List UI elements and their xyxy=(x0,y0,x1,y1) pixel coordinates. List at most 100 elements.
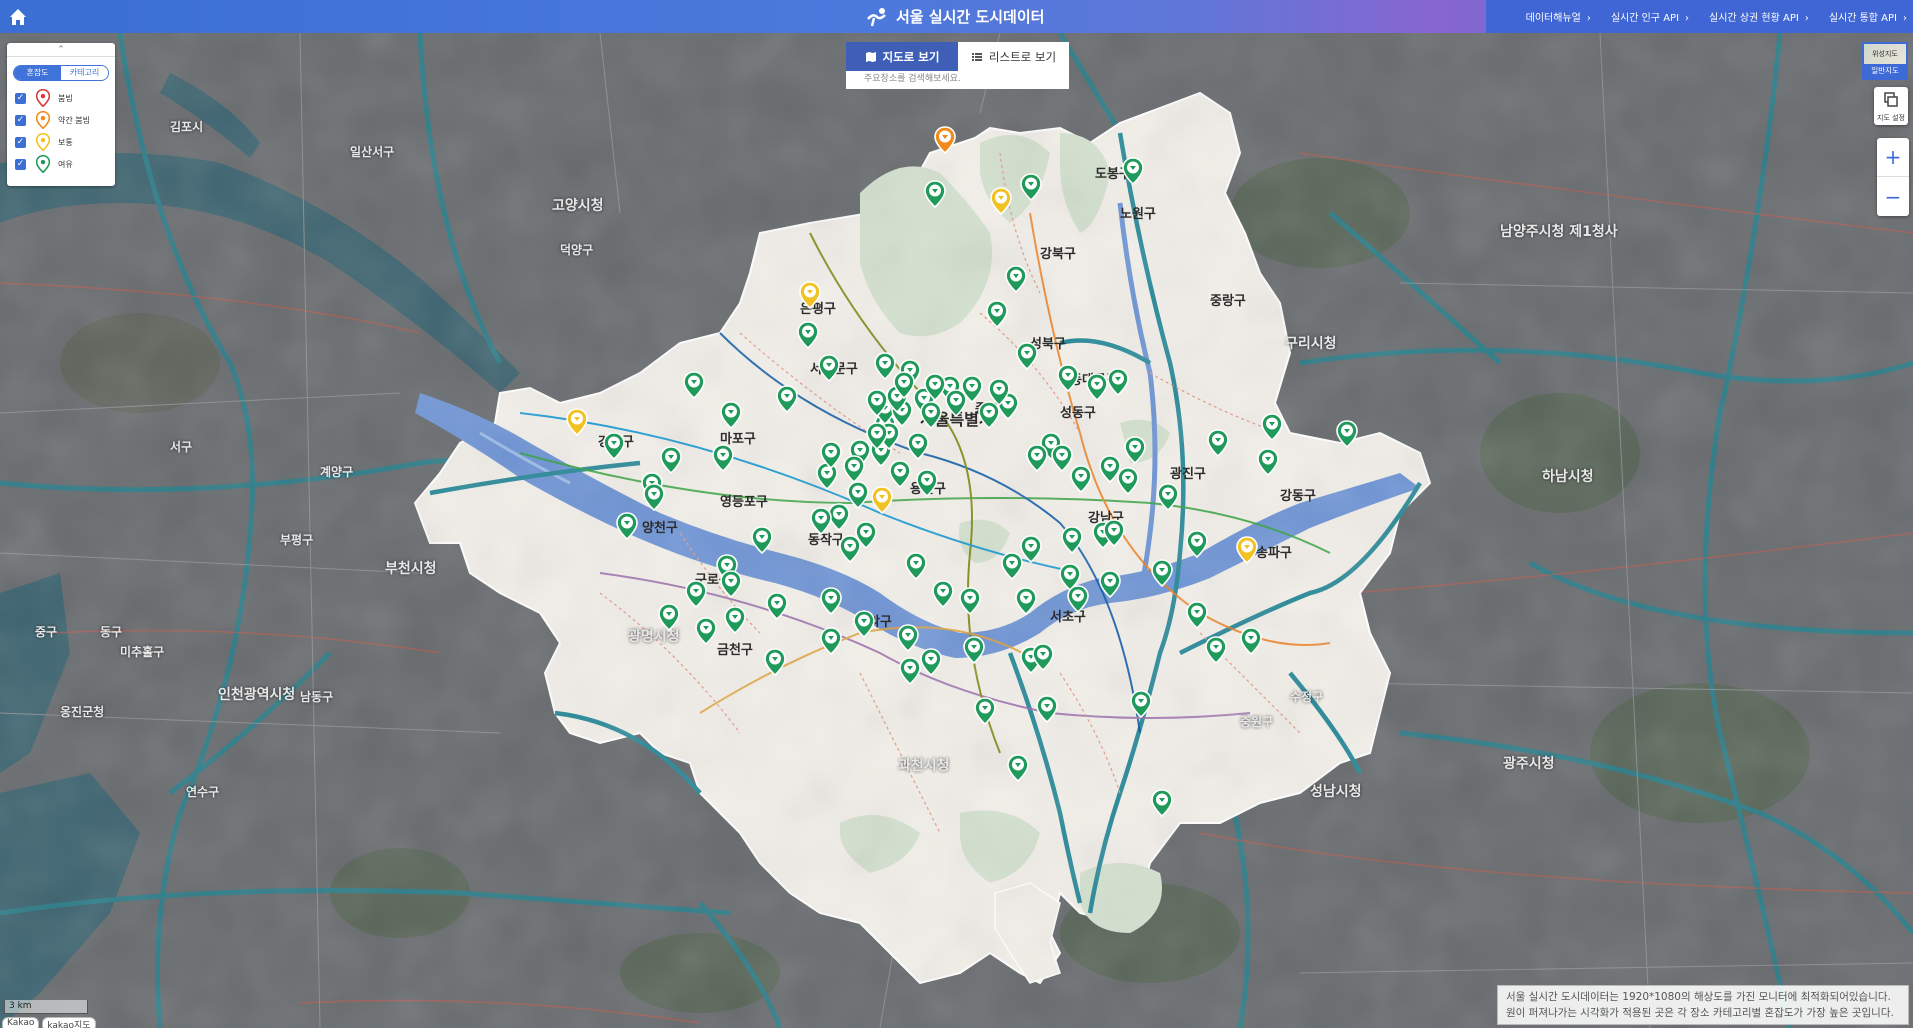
place-pin-relaxed[interactable] xyxy=(889,460,912,489)
tab-list-view[interactable]: 리스트로 보기 xyxy=(958,42,1069,71)
place-pin-relaxed[interactable] xyxy=(924,180,946,209)
place-pin-moderate[interactable] xyxy=(799,281,821,309)
place-pin-relaxed[interactable] xyxy=(1124,436,1147,465)
place-pin-relaxed[interactable] xyxy=(960,375,983,404)
tab-category[interactable]: 카테고리 xyxy=(61,66,108,80)
checkbox[interactable]: ✓ xyxy=(15,136,26,148)
place-pin-relaxed[interactable] xyxy=(1020,173,1043,202)
place-pin-relaxed[interactable] xyxy=(720,401,742,430)
place-pin-relaxed[interactable] xyxy=(958,587,981,615)
place-pin-slightly-busy[interactable] xyxy=(933,126,956,155)
place-pin-relaxed[interactable] xyxy=(712,443,735,472)
tab-map-view[interactable]: 지도로 보기 xyxy=(846,42,958,71)
search-hint[interactable]: 주요장소를 검색해보세요. xyxy=(846,71,1069,89)
place-pin-relaxed[interactable] xyxy=(1014,587,1037,615)
place-pin-relaxed[interactable] xyxy=(1005,265,1027,294)
place-pin-relaxed[interactable] xyxy=(1205,636,1227,665)
nav-integrated-api[interactable]: 실시간 통합 API › xyxy=(1829,9,1907,24)
place-pin-relaxed[interactable] xyxy=(1261,413,1283,442)
place-pin-relaxed[interactable] xyxy=(720,570,742,599)
place-pin-relaxed[interactable] xyxy=(1070,464,1093,493)
place-pin-relaxed[interactable] xyxy=(695,617,717,646)
place-pin-relaxed[interactable] xyxy=(1336,420,1358,449)
place-pin-relaxed[interactable] xyxy=(776,384,798,413)
app-title[interactable]: 서울 실시간 도시데이터 xyxy=(866,6,1044,27)
place-pin-relaxed[interactable] xyxy=(1051,443,1073,472)
place-pin-relaxed[interactable] xyxy=(1035,695,1058,724)
place-pin-relaxed[interactable] xyxy=(987,377,1010,406)
home-icon[interactable] xyxy=(8,7,28,27)
place-pin-moderate[interactable] xyxy=(990,187,1012,215)
place-pin-relaxed[interactable] xyxy=(1060,525,1083,554)
place-pin-relaxed[interactable] xyxy=(893,370,916,399)
zoom-in-button[interactable]: + xyxy=(1877,138,1909,177)
place-pin-relaxed[interactable] xyxy=(1116,467,1139,496)
place-pin-relaxed[interactable] xyxy=(1016,342,1039,371)
maptype-toggle-button[interactable]: 위성지도 일반지도 xyxy=(1862,42,1908,80)
place-pin-relaxed[interactable] xyxy=(1157,483,1179,512)
place-pin-relaxed[interactable] xyxy=(683,370,706,399)
place-pin-relaxed[interactable] xyxy=(847,481,869,510)
nav-data-manual[interactable]: 데이터해뉴얼 › xyxy=(1526,9,1591,24)
place-pin-relaxed[interactable] xyxy=(931,580,954,608)
place-pin-relaxed[interactable] xyxy=(1057,363,1079,392)
place-pin-relaxed[interactable] xyxy=(797,321,819,350)
place-pin-relaxed[interactable] xyxy=(1066,584,1089,613)
place-pin-relaxed[interactable] xyxy=(810,507,833,536)
place-pin-relaxed[interactable] xyxy=(874,352,896,380)
zoom-out-button[interactable]: − xyxy=(1877,177,1909,216)
place-pin-relaxed[interactable] xyxy=(906,431,929,460)
place-pin-relaxed[interactable] xyxy=(916,469,939,498)
place-pin-relaxed[interactable] xyxy=(820,587,842,615)
place-pin-moderate[interactable] xyxy=(1236,536,1258,565)
place-pin-relaxed[interactable] xyxy=(897,624,919,653)
place-pin-relaxed[interactable] xyxy=(1186,601,1208,630)
place-pin-relaxed[interactable] xyxy=(1207,429,1229,458)
place-pin-relaxed[interactable] xyxy=(1130,690,1152,719)
nav-population-api[interactable]: 실시간 인구 API › xyxy=(1611,9,1689,24)
place-pin-relaxed[interactable] xyxy=(1186,530,1208,559)
map-settings-button[interactable]: 지도 설정 xyxy=(1874,87,1908,125)
place-pin-relaxed[interactable] xyxy=(1239,627,1262,655)
place-pin-relaxed[interactable] xyxy=(820,627,842,655)
place-pin-relaxed[interactable] xyxy=(685,580,708,608)
place-pin-relaxed[interactable] xyxy=(839,535,862,564)
place-pin-relaxed[interactable] xyxy=(643,483,665,512)
place-pin-relaxed[interactable] xyxy=(724,605,746,634)
place-pin-relaxed[interactable] xyxy=(843,455,865,484)
tab-congestion[interactable]: 혼잡도 xyxy=(14,66,61,80)
place-pin-relaxed[interactable] xyxy=(985,300,1008,329)
place-pin-relaxed[interactable] xyxy=(602,431,625,460)
place-pin-relaxed[interactable] xyxy=(820,441,842,470)
place-pin-relaxed[interactable] xyxy=(1001,551,1023,580)
place-pin-relaxed[interactable] xyxy=(904,551,927,580)
collapse-toggle[interactable]: ⌃ xyxy=(7,43,115,57)
place-pin-relaxed[interactable] xyxy=(818,354,840,383)
place-pin-relaxed[interactable] xyxy=(920,401,942,430)
place-pin-relaxed[interactable] xyxy=(1107,368,1129,397)
place-pin-relaxed[interactable] xyxy=(1085,373,1108,402)
nav-commercial-api[interactable]: 실시간 상권 현황 API › xyxy=(1709,9,1809,24)
place-pin-moderate[interactable] xyxy=(566,408,588,437)
place-pin-relaxed[interactable] xyxy=(1007,753,1029,782)
place-pin-moderate[interactable] xyxy=(871,486,893,514)
map-canvas[interactable]: 도봉구노원구강북구은평구성북구중랑구서대문구동대문구종로구서울특별시성동구광진구… xyxy=(0,33,1913,1028)
checkbox[interactable]: ✓ xyxy=(15,92,26,104)
place-pin-relaxed[interactable] xyxy=(750,525,773,554)
place-pin-relaxed[interactable] xyxy=(1103,518,1125,547)
place-pin-relaxed[interactable] xyxy=(974,697,996,726)
place-pin-relaxed[interactable] xyxy=(1032,643,1054,672)
checkbox[interactable]: ✓ xyxy=(15,158,26,170)
place-pin-relaxed[interactable] xyxy=(1122,157,1145,185)
place-pin-relaxed[interactable] xyxy=(660,446,683,474)
place-pin-relaxed[interactable] xyxy=(924,373,946,402)
place-pin-relaxed[interactable] xyxy=(853,610,875,639)
place-pin-relaxed[interactable] xyxy=(962,636,985,665)
place-pin-relaxed[interactable] xyxy=(1020,535,1043,564)
place-pin-relaxed[interactable] xyxy=(899,657,921,686)
place-pin-relaxed[interactable] xyxy=(1099,570,1122,599)
place-pin-relaxed[interactable] xyxy=(1257,448,1279,477)
checkbox[interactable]: ✓ xyxy=(15,114,26,126)
place-pin-relaxed[interactable] xyxy=(616,511,638,540)
place-pin-relaxed[interactable] xyxy=(1151,558,1173,587)
